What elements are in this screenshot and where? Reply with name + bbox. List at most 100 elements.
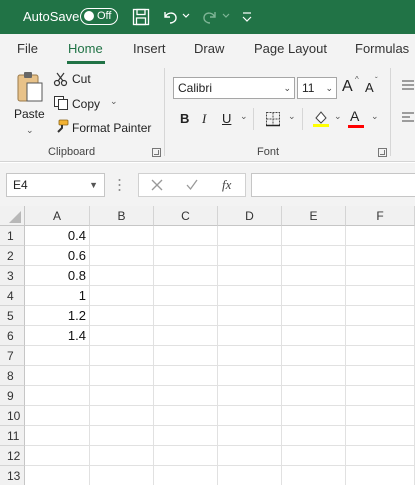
row-header-11[interactable]: 11 [0, 426, 25, 446]
row-header-13[interactable]: 13 [0, 466, 25, 485]
formula-bar-grip-icon[interactable] [118, 178, 121, 192]
tab-insert[interactable]: Insert [133, 41, 166, 56]
column-header-a[interactable]: A [25, 206, 90, 226]
cell-c12[interactable] [154, 446, 218, 466]
cell-f1[interactable] [346, 226, 415, 246]
tab-home[interactable]: Home [68, 41, 103, 56]
column-header-f[interactable]: F [346, 206, 415, 226]
save-icon[interactable] [131, 7, 151, 27]
fill-color-dropdown-icon[interactable]: ⌄ [334, 111, 342, 122]
underline-dropdown-icon[interactable]: ⌄ [240, 111, 248, 122]
cell-a13[interactable] [25, 466, 90, 485]
cell-b10[interactable] [90, 406, 154, 426]
cell-c4[interactable] [154, 286, 218, 306]
cell-a7[interactable] [25, 346, 90, 366]
font-color-dropdown-icon[interactable]: ⌄ [371, 111, 379, 122]
autosave-toggle[interactable]: Off [80, 8, 118, 25]
tab-formulas[interactable]: Formulas [355, 41, 409, 56]
cell-f8[interactable] [346, 366, 415, 386]
cell-f2[interactable] [346, 246, 415, 266]
cell-d11[interactable] [218, 426, 282, 446]
cell-d9[interactable] [218, 386, 282, 406]
cell-f5[interactable] [346, 306, 415, 326]
column-header-d[interactable]: D [218, 206, 282, 226]
cell-b8[interactable] [90, 366, 154, 386]
column-header-e[interactable]: E [282, 206, 346, 226]
cell-f11[interactable] [346, 426, 415, 446]
cell-e6[interactable] [282, 326, 346, 346]
tab-draw[interactable]: Draw [194, 41, 224, 56]
formula-input[interactable] [251, 173, 415, 197]
cell-f13[interactable] [346, 466, 415, 485]
cell-d4[interactable] [218, 286, 282, 306]
cell-f6[interactable] [346, 326, 415, 346]
cell-e8[interactable] [282, 366, 346, 386]
format-painter-button[interactable]: Format Painter [53, 118, 153, 138]
name-box[interactable]: E4 ▼ [6, 173, 105, 197]
cell-e7[interactable] [282, 346, 346, 366]
cell-f10[interactable] [346, 406, 415, 426]
bold-button[interactable]: B [180, 111, 189, 126]
enter-icon[interactable] [185, 178, 199, 192]
row-header-9[interactable]: 9 [0, 386, 25, 406]
cut-button[interactable]: Cut [53, 70, 98, 90]
cell-c1[interactable] [154, 226, 218, 246]
row-header-10[interactable]: 10 [0, 406, 25, 426]
font-color-button[interactable]: A [350, 108, 359, 124]
cell-e3[interactable] [282, 266, 346, 286]
cell-f9[interactable] [346, 386, 415, 406]
column-header-c[interactable]: C [154, 206, 218, 226]
column-header-b[interactable]: B [90, 206, 154, 226]
row-header-5[interactable]: 5 [0, 306, 25, 326]
select-all-corner[interactable] [0, 206, 25, 226]
row-header-7[interactable]: 7 [0, 346, 25, 366]
cell-b9[interactable] [90, 386, 154, 406]
cell-e5[interactable] [282, 306, 346, 326]
cell-a1[interactable]: 0.4 [25, 226, 90, 246]
cell-e13[interactable] [282, 466, 346, 485]
cell-b13[interactable] [90, 466, 154, 485]
cell-a8[interactable] [25, 366, 90, 386]
font-size-select[interactable]: 11 ⌄ [297, 77, 337, 99]
row-header-4[interactable]: 4 [0, 286, 25, 306]
increase-font-size-button[interactable]: A [342, 78, 353, 96]
cell-d3[interactable] [218, 266, 282, 286]
cell-b5[interactable] [90, 306, 154, 326]
cell-c6[interactable] [154, 326, 218, 346]
customize-quick-access-icon[interactable] [241, 10, 253, 24]
cell-f3[interactable] [346, 266, 415, 286]
cell-b4[interactable] [90, 286, 154, 306]
cell-a11[interactable] [25, 426, 90, 446]
cell-e12[interactable] [282, 446, 346, 466]
fill-color-icon[interactable] [312, 109, 330, 127]
cell-c7[interactable] [154, 346, 218, 366]
cell-b6[interactable] [90, 326, 154, 346]
cell-a4[interactable]: 1 [25, 286, 90, 306]
underline-button[interactable]: U [222, 111, 231, 126]
undo-icon[interactable] [160, 7, 180, 27]
borders-icon[interactable] [265, 111, 281, 127]
cell-a6[interactable]: 1.4 [25, 326, 90, 346]
name-box-dropdown-icon[interactable]: ▼ [89, 174, 98, 196]
row-header-6[interactable]: 6 [0, 326, 25, 346]
cell-e2[interactable] [282, 246, 346, 266]
cell-e1[interactable] [282, 226, 346, 246]
cell-b12[interactable] [90, 446, 154, 466]
cell-e11[interactable] [282, 426, 346, 446]
cell-b3[interactable] [90, 266, 154, 286]
tab-file[interactable]: File [17, 41, 38, 56]
cell-b2[interactable] [90, 246, 154, 266]
insert-function-button[interactable]: fx [222, 177, 231, 193]
cell-d5[interactable] [218, 306, 282, 326]
cell-d12[interactable] [218, 446, 282, 466]
font-dialog-launcher[interactable] [378, 148, 387, 157]
row-header-12[interactable]: 12 [0, 446, 25, 466]
cell-d1[interactable] [218, 226, 282, 246]
italic-button[interactable]: I [202, 111, 206, 127]
cancel-icon[interactable] [150, 178, 164, 192]
cell-c2[interactable] [154, 246, 218, 266]
row-header-1[interactable]: 1 [0, 226, 25, 246]
cell-c8[interactable] [154, 366, 218, 386]
decrease-font-size-button[interactable]: A [365, 80, 374, 95]
copy-button[interactable]: Copy ⌄ [53, 94, 123, 114]
